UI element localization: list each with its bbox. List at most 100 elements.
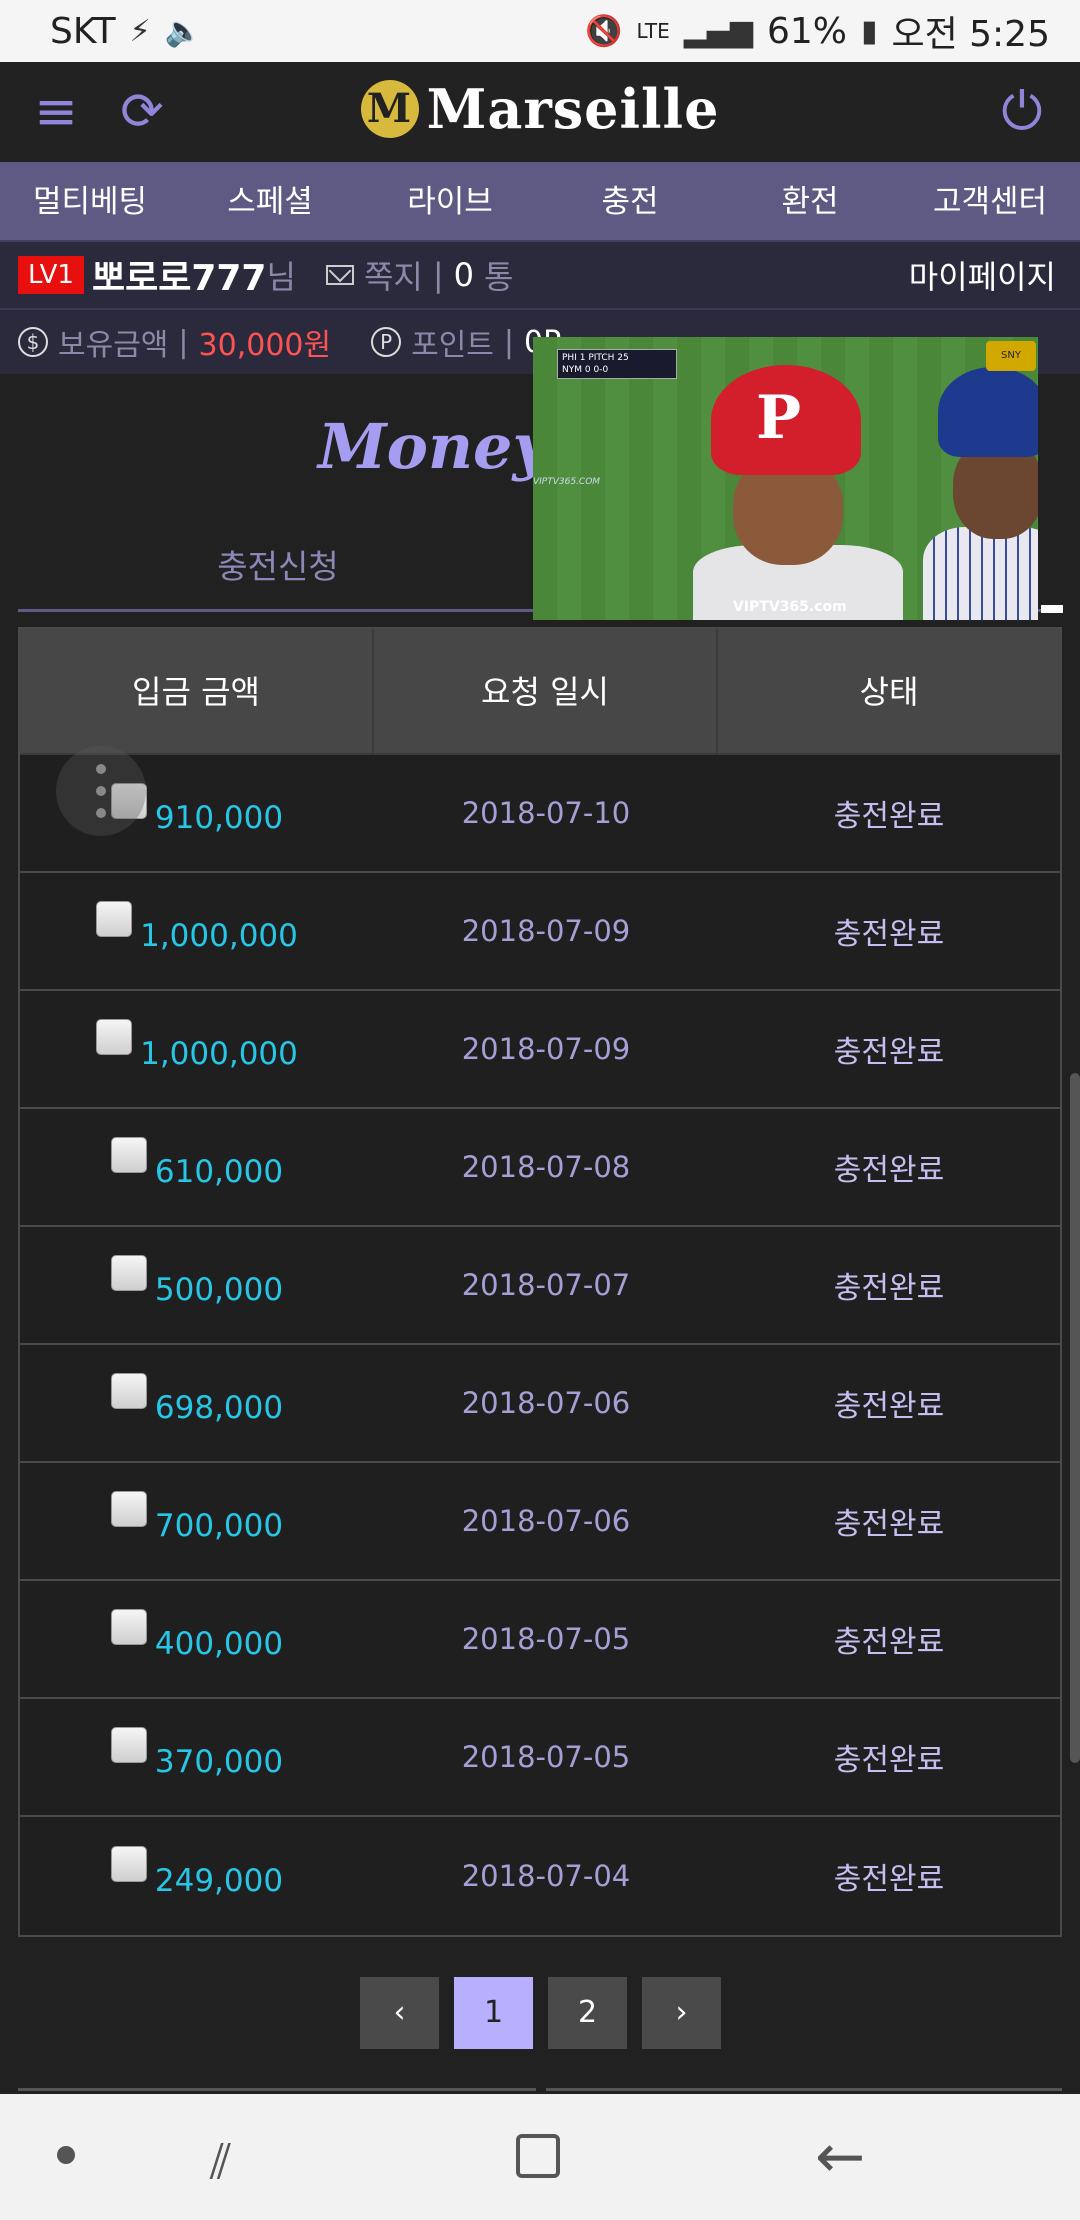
message-label: 쪽지 (363, 258, 423, 296)
row-checkbox[interactable] (96, 901, 133, 937)
request-date: 2018-07-05 (461, 1740, 631, 1774)
charge-status: 충전완료 (833, 1507, 945, 1542)
table-row: 698,000 2018-07-06 충전완료 (20, 1345, 1060, 1463)
level-badge: LV1 (18, 256, 84, 294)
divider: | (178, 324, 189, 360)
player-helmet (938, 367, 1038, 457)
phillies-logo: P (756, 383, 802, 453)
charge-status: 충전완료 (833, 917, 945, 952)
player-mets (923, 367, 1038, 620)
score-pitch: PITCH 25 (588, 353, 629, 363)
deposit-amount: 610,000 (154, 1154, 284, 1190)
nav-item-live[interactable]: 라이브 (360, 162, 540, 240)
deposit-amount: 400,000 (154, 1626, 284, 1662)
balance-amount: 30,000원 (198, 328, 332, 363)
amount-cell: 370,000 (20, 1727, 374, 1780)
row-checkbox[interactable] (110, 1846, 147, 1882)
request-date: 2018-07-10 (461, 796, 631, 830)
request-date: 2018-07-06 (461, 1386, 631, 1420)
home-icon[interactable] (516, 2134, 560, 2178)
next-page-button[interactable]: › (642, 1977, 721, 2049)
clock: 오전 5:25 (891, 14, 1050, 55)
more-options-button[interactable] (56, 746, 146, 836)
row-checkbox[interactable] (110, 1373, 147, 1409)
nav-item-support[interactable]: 고객센터 (900, 162, 1080, 240)
row-checkbox[interactable] (110, 1609, 147, 1645)
row-checkbox[interactable] (110, 1491, 147, 1527)
request-date: 2018-07-08 (461, 1150, 631, 1184)
scoreboard: PHI 1 PITCH 25 NYM 0 0-0 (557, 349, 677, 379)
charge-status: 충전완료 (833, 1862, 945, 1897)
video-watermark-small: VIPTV365.COM (533, 477, 601, 487)
page-2-button[interactable]: 2 (548, 1977, 627, 2049)
amount-cell: 698,000 (20, 1373, 374, 1426)
table-row: 1,000,000 2018-07-09 충전완료 (20, 991, 1060, 1109)
charge-status: 충전완료 (833, 1625, 945, 1660)
message-unit: 통 (483, 258, 514, 296)
nav-item-exchange[interactable]: 환전 (720, 162, 900, 240)
amount-cell: 400,000 (20, 1609, 374, 1662)
deposit-amount: 700,000 (154, 1508, 284, 1544)
amount-cell: 1,000,000 (20, 901, 374, 954)
back-icon[interactable]: ← (815, 2122, 865, 2192)
username: 뽀로로777 (91, 258, 267, 299)
video-watermark: VIPTV365.com (733, 599, 847, 615)
assistant-dot-icon[interactable] (57, 2146, 75, 2164)
broadcaster-badge: SNY (986, 341, 1036, 371)
row-checkbox[interactable] (110, 1137, 147, 1173)
divider: | (432, 256, 444, 294)
header-date: 요청 일시 (374, 629, 718, 753)
row-checkbox[interactable] (110, 1727, 147, 1763)
mypage-link[interactable]: 마이페이지 (909, 252, 1056, 298)
charge-status: 충전완료 (833, 799, 945, 834)
request-date: 2018-07-09 (461, 914, 631, 948)
amount-cell: 700,000 (20, 1491, 374, 1544)
prev-page-button[interactable]: ‹ (360, 1977, 439, 2049)
pagination: ‹ 1 2 › (360, 1977, 721, 2049)
username-suffix: 님 (266, 258, 296, 296)
tab-charge-request[interactable]: 충전신청 (18, 540, 538, 588)
player-helmet: P (711, 365, 861, 475)
deposit-amount: 698,000 (154, 1390, 284, 1426)
row-checkbox[interactable] (96, 1019, 133, 1055)
score-team1: PHI 1 (562, 353, 586, 363)
no-data-icon: ⚡ (129, 13, 151, 49)
header-status: 상태 (859, 673, 919, 711)
point-label: 포인트 (411, 328, 494, 363)
row-checkbox[interactable] (110, 1255, 147, 1291)
dot (96, 764, 106, 774)
request-date: 2018-07-05 (461, 1622, 631, 1656)
deposit-amount: 1,000,000 (140, 1036, 298, 1072)
table-row: 249,000 2018-07-04 충전완료 (20, 1817, 1060, 1935)
nav-item-multibet[interactable]: 멀티베팅 (0, 162, 180, 240)
power-icon[interactable]: ⏻ (990, 80, 1054, 144)
scrollbar[interactable] (1070, 1073, 1080, 1763)
charge-history-table: 입금 금액 요청 일시 상태 910,000 2018-07-10 충전완료 1,00… (18, 627, 1062, 1937)
page-1-button[interactable]: 1 (454, 1977, 533, 2049)
nav-item-charge[interactable]: 충전 (540, 162, 720, 240)
logo-text: Marseille (426, 76, 720, 141)
recent-apps-icon[interactable]: ⫽ (210, 2134, 231, 2191)
nav-item-special[interactable]: 스페셜 (180, 162, 360, 240)
charge-status: 충전완료 (833, 1271, 945, 1306)
header-amount: 입금 금액 (20, 629, 374, 753)
video-close-handle[interactable] (1041, 605, 1063, 613)
signal-icon: ▂▄▆ (683, 13, 753, 49)
charge-status: 충전완료 (833, 1153, 945, 1188)
deposit-amount: 249,000 (154, 1863, 284, 1899)
dot (96, 786, 106, 796)
divider: | (503, 324, 515, 360)
table-row: 1,000,000 2018-07-09 충전완료 (20, 873, 1060, 991)
carrier-label: SKT (50, 10, 116, 52)
site-logo[interactable]: M Marseille (0, 72, 1080, 141)
charge-status: 충전완료 (833, 1035, 945, 1070)
status-bar: SKT ⚡ 🔈 🔇 LTE ▂▄▆ 61% ▮ 오전 5:25 (0, 0, 1080, 62)
amount-cell: 500,000 (20, 1255, 374, 1308)
live-video-overlay[interactable]: PHI 1 PITCH 25 NYM 0 0-0 VIPTV365.COM P … (533, 337, 1038, 620)
message-count: 0 (453, 256, 474, 294)
request-date: 2018-07-06 (461, 1504, 631, 1538)
amount-cell: 1,000,000 (20, 1019, 374, 1072)
message-link[interactable]: 쪽지 | 0통 (325, 252, 514, 298)
player-jersey (923, 527, 1038, 620)
battery-percent: 61% (766, 10, 847, 52)
